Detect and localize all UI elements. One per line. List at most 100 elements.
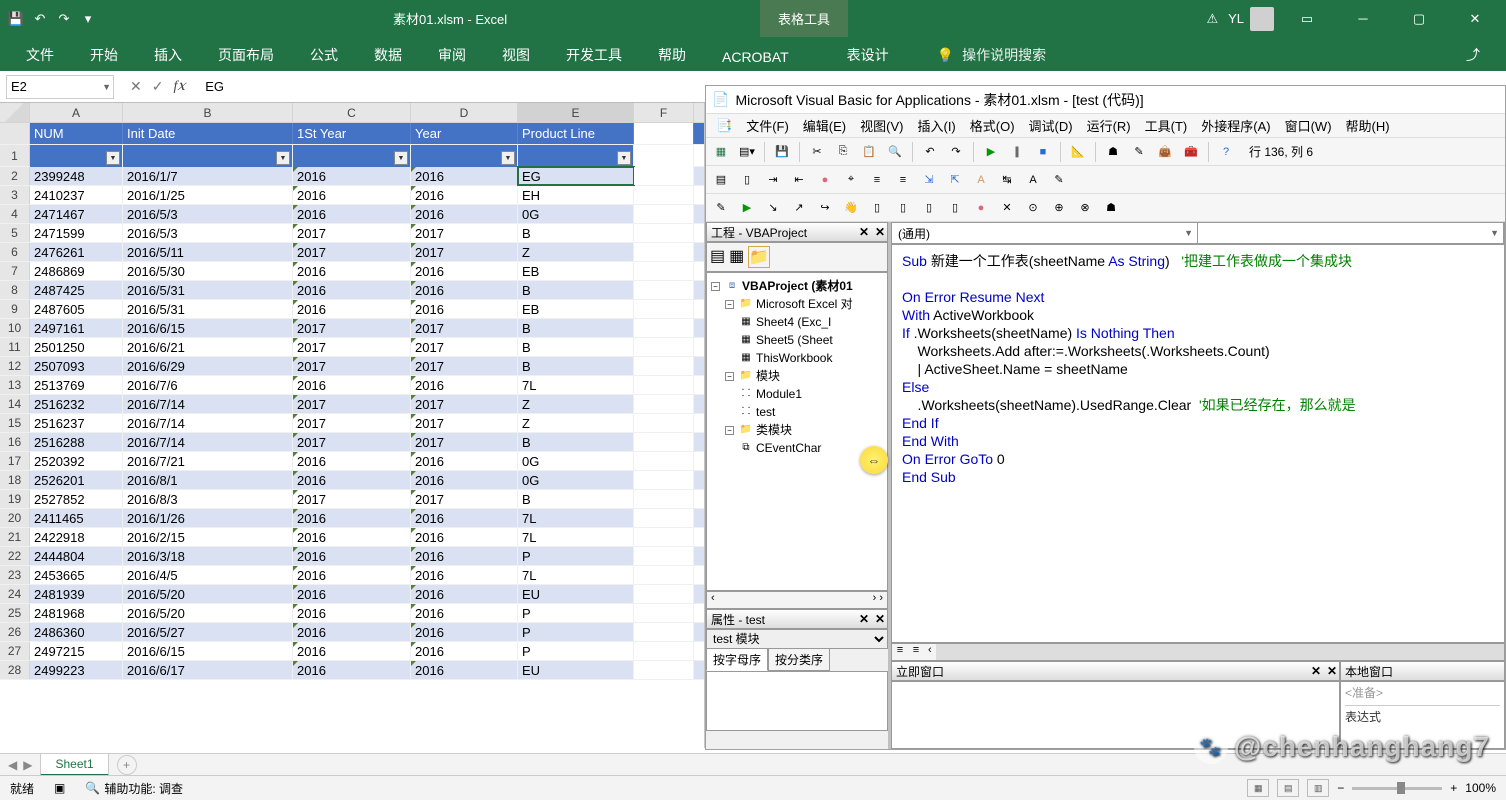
col-header-c[interactable]: C [293, 103, 411, 122]
minimize-icon[interactable]: ─ [1340, 0, 1386, 37]
toolbox-icon[interactable]: 🧰 [1180, 141, 1202, 163]
table-row[interactable]: 20 2411465 2016/1/26 2016 2016 7L [0, 509, 704, 528]
next-sheet-icon[interactable]: ▶ [23, 758, 32, 772]
tb3-btn[interactable]: ✎ [710, 197, 732, 219]
tab-review[interactable]: 审阅 [420, 39, 484, 71]
insert-form-icon[interactable]: ▤▾ [736, 141, 758, 163]
cancel-icon[interactable]: ✕ [130, 78, 142, 95]
page-layout-view-icon[interactable]: ▤ [1277, 779, 1299, 797]
table-row[interactable]: 23 2453665 2016/4/5 2016 2016 7L [0, 566, 704, 585]
tab-layout[interactable]: 页面布局 [200, 39, 292, 71]
save-icon[interactable]: 💾 [771, 141, 793, 163]
project-icon[interactable]: ☗ [1102, 141, 1124, 163]
table-row[interactable]: 11 2501250 2016/6/21 2017 2017 B [0, 338, 704, 357]
reset-icon[interactable]: ■ [1032, 141, 1054, 163]
header-initdate[interactable]: Init Date [123, 123, 293, 144]
paste-icon[interactable]: 📋 [858, 141, 880, 163]
menu-view[interactable]: 视图(V) [854, 114, 909, 137]
excel-icon[interactable]: ▦ [710, 141, 732, 163]
zoom-level[interactable]: 100% [1465, 781, 1496, 795]
table-row[interactable]: 25 2481968 2016/5/20 2016 2016 P [0, 604, 704, 623]
table-row[interactable]: 9 2487605 2016/5/31 2016 2016 EB [0, 300, 704, 319]
tab-categorized[interactable]: 按分类序 [768, 649, 830, 671]
header-num[interactable]: NUM [30, 123, 123, 144]
redo-icon[interactable]: ↷ [945, 141, 967, 163]
view-object-icon[interactable]: ▦ [729, 246, 744, 268]
menu-addins[interactable]: 外接程序(A) [1195, 114, 1276, 137]
code-editor[interactable]: Sub 新建一个工作表(sheetName As String) '把建工作表做… [891, 244, 1505, 643]
table-row[interactable]: 5 2471599 2016/5/3 2017 2017 B [0, 224, 704, 243]
break-icon[interactable]: ∥ [1006, 141, 1028, 163]
resize-splitter-cursor[interactable]: ⇔ [860, 446, 888, 474]
zoom-in-icon[interactable]: + [1450, 781, 1457, 795]
folder-icon[interactable]: 📁 [748, 246, 770, 268]
redo-icon[interactable]: ↷ [56, 11, 72, 27]
find-icon[interactable]: 🔍 [884, 141, 906, 163]
table-row[interactable]: 21 2422918 2016/2/15 2016 2016 7L [0, 528, 704, 547]
save-icon[interactable]: 💾 [8, 11, 24, 27]
menu-tools[interactable]: 工具(T) [1139, 114, 1194, 137]
header-year[interactable]: Year [411, 123, 518, 144]
table-row[interactable]: 12 2507093 2016/6/29 2017 2017 B [0, 357, 704, 376]
select-all-corner[interactable] [0, 103, 30, 122]
table-row[interactable]: 6 2476261 2016/5/11 2017 2017 Z [0, 243, 704, 262]
table-row[interactable]: 19 2527852 2016/8/3 2017 2017 B [0, 490, 704, 509]
tab-tabledesign[interactable]: 表设计 [829, 39, 907, 71]
table-row[interactable]: 24 2481939 2016/5/20 2016 2016 EU [0, 585, 704, 604]
table-row[interactable]: 22 2444804 2016/3/18 2016 2016 P [0, 547, 704, 566]
col-header-b[interactable]: B [123, 103, 293, 122]
project-tree[interactable]: −⧈VBAProject (素材01 −📁Microsoft Excel 对 ▦… [706, 272, 888, 591]
filter-button[interactable]: ▼ [617, 151, 631, 165]
tab-data[interactable]: 数据 [356, 39, 420, 71]
close-icon[interactable]: ✕ [875, 225, 885, 239]
close-icon[interactable]: ✕ [875, 612, 885, 626]
col-header-a[interactable]: A [30, 103, 123, 122]
undo-icon[interactable]: ↶ [32, 11, 48, 27]
table-row[interactable]: 13 2513769 2016/7/6 2016 2016 7L [0, 376, 704, 395]
table-row[interactable]: 4 2471467 2016/5/3 2016 2016 0G [0, 205, 704, 224]
object-combo[interactable]: (通用)▼ [892, 223, 1198, 243]
zoom-out-icon[interactable]: − [1337, 781, 1344, 795]
filter-button[interactable]: ▼ [394, 151, 408, 165]
col-header-f[interactable]: F [634, 103, 694, 122]
table-row[interactable]: 8 2487425 2016/5/31 2016 2016 B [0, 281, 704, 300]
table-row[interactable]: 14 2516232 2016/7/14 2017 2017 Z [0, 395, 704, 414]
table-row[interactable]: 2 2399248 2016/1/7 2016 2016 EG [0, 167, 704, 186]
chevron-down-icon[interactable]: ▼ [102, 82, 111, 92]
close-icon[interactable]: ✕ [1327, 664, 1337, 678]
view-code-icon[interactable]: ▤ [710, 246, 725, 268]
filter-button[interactable]: ▼ [106, 151, 120, 165]
enter-icon[interactable]: ✓ [152, 78, 164, 95]
macro-icon[interactable]: ▣ [54, 781, 65, 795]
page-break-view-icon[interactable]: ▥ [1307, 779, 1329, 797]
fx-icon[interactable]: f𝑥 [173, 78, 185, 95]
prev-sheet-icon[interactable]: ◀ [8, 758, 17, 772]
close-icon[interactable]: ✕ [859, 225, 869, 239]
browser-icon[interactable]: 👜 [1154, 141, 1176, 163]
close-icon[interactable]: ✕ [859, 612, 869, 626]
worksheet[interactable]: A B C D E F NUM Init Date 1St Year Year … [0, 103, 705, 748]
help-icon[interactable]: ? [1215, 141, 1237, 163]
tab-developer[interactable]: 开发工具 [548, 39, 640, 71]
properties-icon[interactable]: ✎ [1128, 141, 1150, 163]
tab-acrobat[interactable]: ACROBAT [704, 43, 807, 71]
tab-help[interactable]: 帮助 [640, 39, 704, 71]
accessibility-status[interactable]: 🔍辅助功能: 调查 [85, 780, 183, 797]
design-icon[interactable]: 📐 [1067, 141, 1089, 163]
tab-home[interactable]: 开始 [72, 39, 136, 71]
tell-me-search[interactable]: 💡 操作说明搜索 [927, 39, 1056, 71]
table-row[interactable]: 17 2520392 2016/7/21 2016 2016 0G [0, 452, 704, 471]
table-row[interactable]: 18 2526201 2016/8/1 2016 2016 0G [0, 471, 704, 490]
table-row[interactable]: 7 2486869 2016/5/30 2016 2016 EB [0, 262, 704, 281]
zoom-slider[interactable] [1352, 787, 1442, 790]
tab-file[interactable]: 文件 [8, 39, 72, 71]
property-object-select[interactable]: test 模块 [706, 629, 888, 649]
menu-insert[interactable]: 插入(I) [911, 114, 961, 137]
properties-grid[interactable] [706, 671, 888, 731]
procedure-combo[interactable]: ▼ [1198, 223, 1504, 243]
add-sheet-button[interactable]: + [117, 755, 137, 775]
scroll-right-icon[interactable]: › › [873, 592, 883, 608]
name-box[interactable]: E2▼ [6, 75, 114, 99]
tab-view[interactable]: 视图 [484, 39, 548, 71]
col-header-d[interactable]: D [411, 103, 518, 122]
